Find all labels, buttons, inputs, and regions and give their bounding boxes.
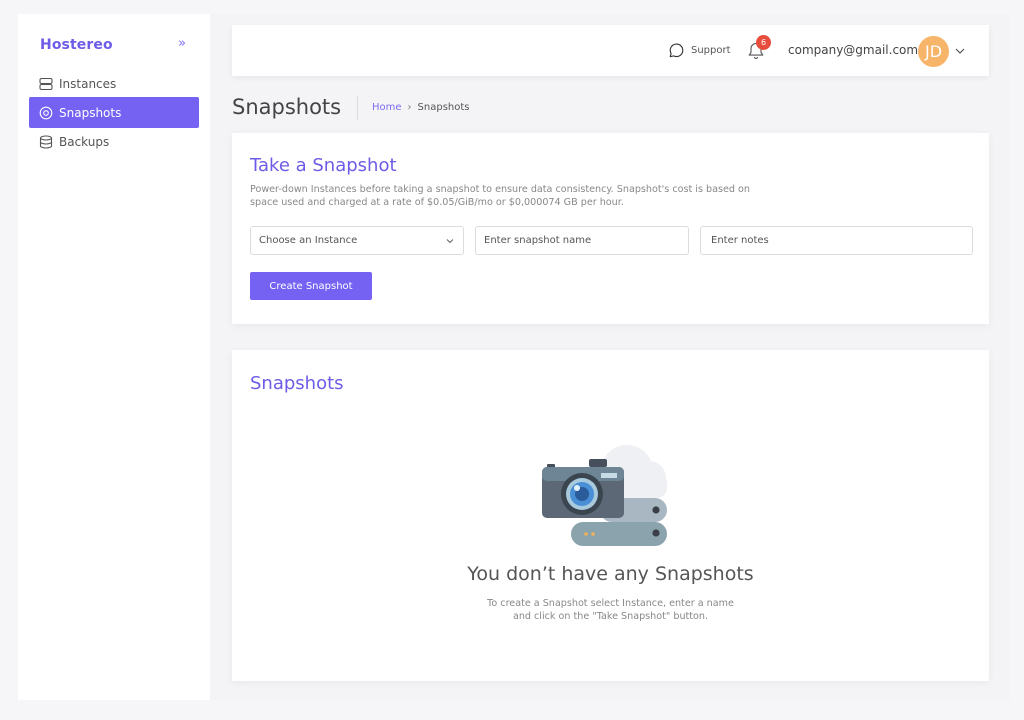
notification-badge: 6 [756,35,771,50]
snapshot-icon [39,106,53,120]
chat-bubble-icon [669,43,684,58]
database-icon [39,134,53,149]
sidebar-item-snapshots[interactable]: Snapshots [29,97,199,128]
create-snapshot-button[interactable]: Create Snapshot [250,272,372,300]
empty-state-description: To create a Snapshot select Instance, en… [232,597,989,623]
snapshots-title: Snapshots [250,373,344,394]
breadcrumb: Home › Snapshots [372,102,470,113]
sidebar: Hostereo » Instances Snapshots Backups [18,14,210,700]
page-title: Snapshots [232,95,342,119]
support-link[interactable]: Support [668,42,731,59]
breadcrumb-home-link[interactable]: Home [372,102,402,113]
breadcrumb-current: Snapshots [417,102,470,113]
title-divider [357,96,358,120]
top-bar: Support 6 company@gmail.com JD [232,25,989,76]
chevron-down-icon [446,238,454,243]
sidebar-item-instances[interactable]: Instances [29,70,199,97]
camera-server-illustration-icon [542,445,667,546]
snapshot-name-input[interactable] [475,226,689,255]
sidebar-item-label: Backups [59,134,110,149]
instance-select[interactable]: Choose an Instance [250,226,464,255]
empty-state-line-1: To create a Snapshot select Instance, en… [487,598,734,609]
take-snapshot-description: Power-down Instances before taking a sna… [250,184,750,208]
notes-input[interactable] [700,226,973,255]
take-snapshot-title: Take a Snapshot [250,155,397,176]
sidebar-nav: Instances Snapshots Backups [29,70,199,155]
support-label: Support [691,45,731,56]
chevron-down-icon[interactable] [954,45,966,57]
brand-logo[interactable]: Hostereo [40,37,113,53]
breadcrumb-separator-icon: › [407,102,412,113]
sidebar-item-label: Instances [59,76,117,91]
avatar[interactable]: JD [918,36,949,67]
user-email[interactable]: company@gmail.com [788,43,918,57]
collapse-sidebar-icon[interactable]: » [178,36,186,51]
empty-state-title: You don’t have any Snapshots [467,563,754,585]
sidebar-item-backups[interactable]: Backups [29,128,199,155]
take-snapshot-card: Take a Snapshot Power-down Instances bef… [232,133,989,324]
instance-select-value: Choose an Instance [259,235,358,246]
server-icon [39,77,53,91]
sidebar-item-label: Snapshots [59,105,122,120]
snapshots-card: Snapshots You don’t have any Snapshots T… [232,350,989,681]
empty-state-line-2: and click on the "Take Snapshot" button. [512,611,709,622]
